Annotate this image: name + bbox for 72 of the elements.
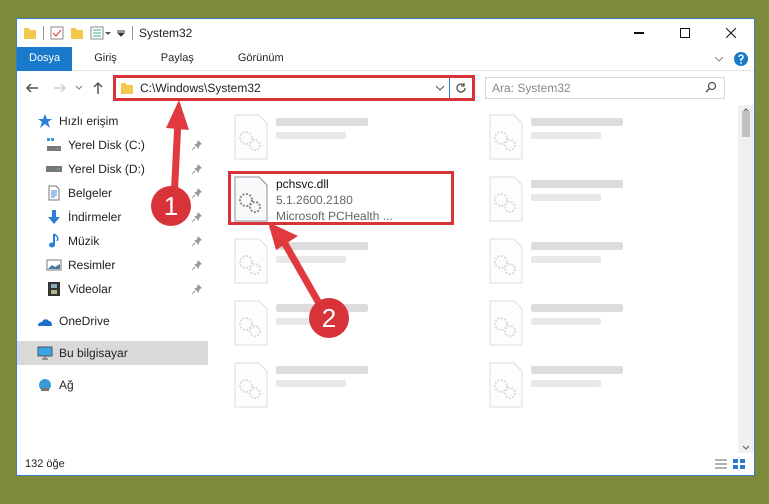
dll-file-icon [489,300,523,346]
chevron-down-icon[interactable] [75,84,83,92]
folder-icon [70,26,84,40]
dll-file-icon [234,362,268,408]
minimize-icon [634,32,644,34]
search-icon [705,81,717,93]
search-field[interactable]: Ara: System32 [485,77,725,99]
pin-icon[interactable] [192,284,202,294]
scrollbar-thumb[interactable] [742,111,750,137]
document-icon [46,185,62,201]
nav-item[interactable]: Müzik [46,229,100,253]
nav-item[interactable]: Bu bilgisayar [17,341,208,365]
chevron-down-icon[interactable] [714,54,724,64]
pin-icon[interactable] [192,212,202,222]
pin-icon[interactable] [192,260,202,270]
nav-item[interactable]: İndirmeler [46,205,122,229]
dll-file-icon [489,114,523,160]
nav-item[interactable]: Ağ [17,373,208,397]
close-icon [726,28,736,38]
ribbon-tab[interactable]: Dosya [17,46,72,70]
folder-icon [120,81,134,95]
details-view-icon[interactable] [714,458,728,470]
scrollbar[interactable] [738,105,754,453]
pin-icon[interactable] [192,188,202,198]
properties-icon [90,26,112,40]
nav-item[interactable]: Yerel Disk (D:) [46,157,145,181]
checklist-icon [50,26,64,40]
dll-file-icon [489,362,523,408]
dll-file-icon [489,176,523,222]
refresh-icon[interactable] [455,82,467,94]
help-icon[interactable] [734,52,748,66]
file-name: pchsvc.dll [276,176,330,192]
up-arrow-icon[interactable] [91,81,105,95]
nav-item[interactable]: OneDrive [17,309,208,333]
dll-file-icon [234,238,268,284]
ribbon-tab[interactable]: Paylaş [148,46,206,70]
pin-icon[interactable] [192,140,202,150]
tiles-view-icon[interactable] [732,458,746,470]
network-icon [37,377,53,393]
dropdown-icon [116,28,126,38]
download-icon [46,209,62,225]
maximize-icon [680,28,690,38]
ribbon-tab[interactable]: Giriş [82,46,129,70]
back-arrow-icon[interactable] [25,81,39,95]
nav-item[interactable]: Yerel Disk (C:) [46,133,145,157]
dll-file-icon [234,300,268,346]
file-detail: 5.1.2600.2180 [276,192,354,208]
nav-item[interactable]: Resimler [46,253,116,277]
folder-icon [23,26,37,40]
pin-icon[interactable] [192,236,202,246]
drive-icon [46,137,62,153]
dll-file-icon [489,238,523,284]
chevron-down-icon[interactable] [435,83,445,93]
drive-icon [46,166,62,172]
item-count: 132 öğe [25,456,65,472]
dll-file-icon [234,114,268,160]
computer-icon [37,345,53,361]
pin-icon[interactable] [192,164,202,174]
file-tile[interactable]: pchsvc.dll 5.1.2600.2180 Microsoft PCHealth ... [228,171,454,225]
film-icon [46,281,62,297]
picture-icon [46,257,62,273]
nav-item[interactable]: Belgeler [46,181,112,205]
address-bar[interactable]: C:\Windows\System32 [113,75,475,101]
star-icon [37,113,53,129]
window-title: System32 [139,25,192,42]
nav-item[interactable]: Hızlı erişim [17,109,208,133]
dll-file-icon [234,176,268,222]
ribbon-tab[interactable]: Görünüm [226,46,296,70]
file-detail: Microsoft PCHealth ... [276,208,393,224]
scroll-down-icon[interactable] [742,443,750,451]
address-path: C:\Windows\System32 [140,80,262,97]
nav-item[interactable]: Videolar [46,277,112,301]
